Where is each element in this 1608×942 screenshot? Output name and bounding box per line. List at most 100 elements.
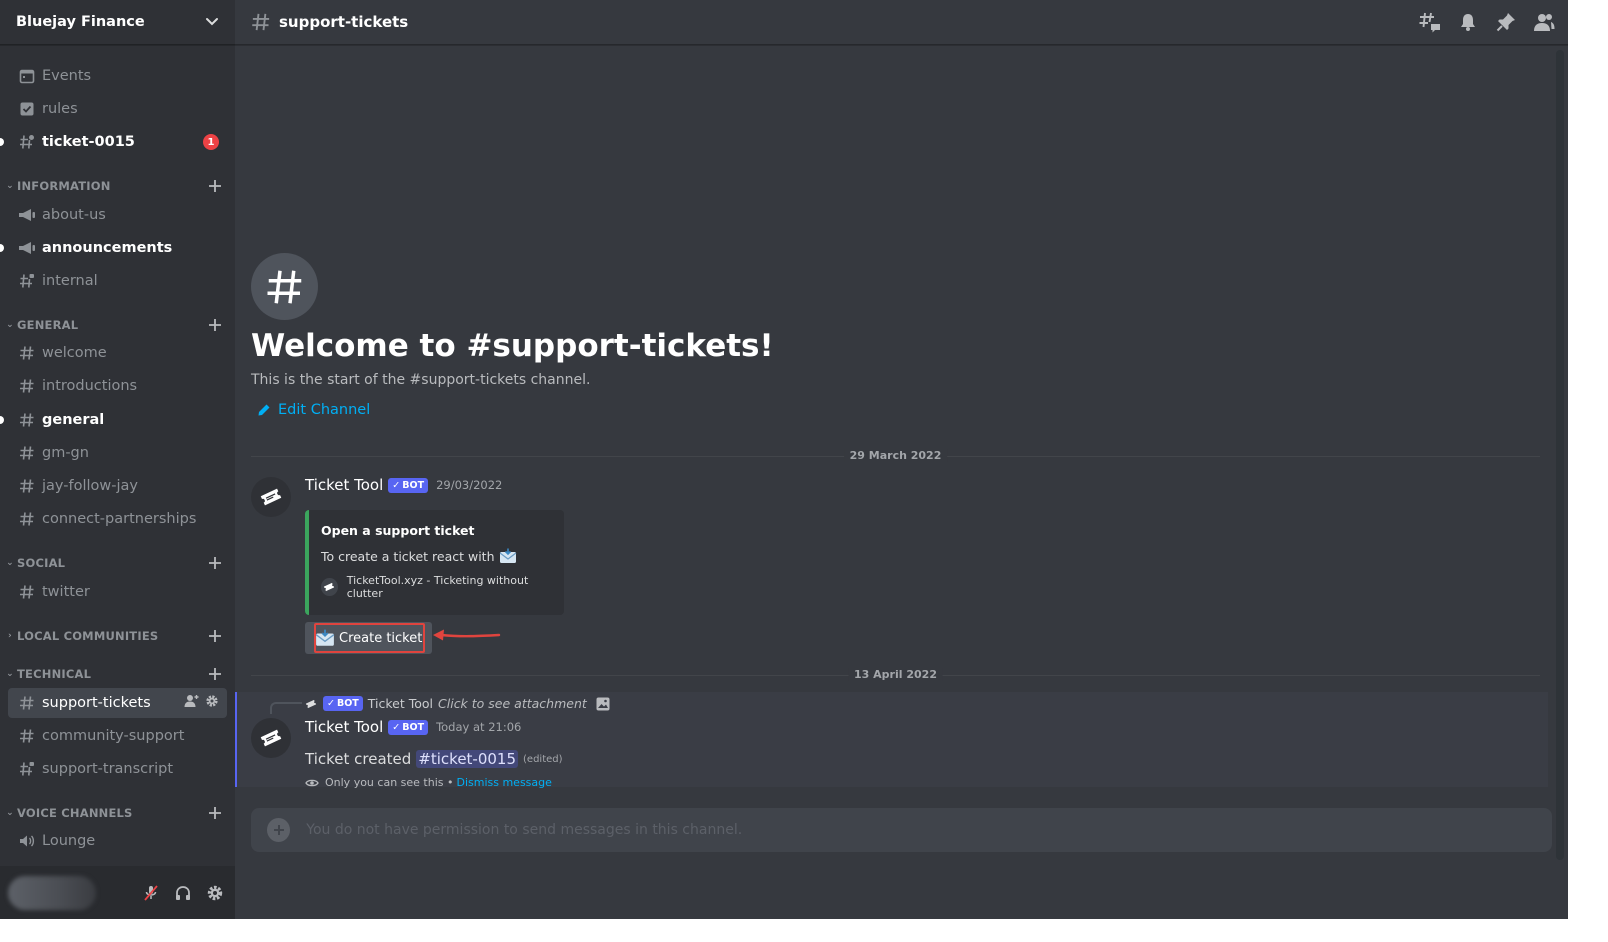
avatar[interactable] <box>251 477 291 517</box>
sidebar-item-support-transcript[interactable]: support-transcript <box>8 754 227 784</box>
pin-icon[interactable] <box>1494 10 1518 34</box>
date-divider-label: 29 March 2022 <box>843 449 948 462</box>
sidebar-item-label: general <box>42 412 105 428</box>
channel-mention[interactable]: #ticket-0015 <box>416 750 519 768</box>
sidebar-item-jay-follow-jay[interactable]: jay-follow-jay <box>8 471 227 501</box>
envelope-icon <box>315 629 335 647</box>
message-author[interactable]: Ticket Tool <box>305 476 383 494</box>
hash-icon <box>18 510 36 528</box>
member-list-icon[interactable] <box>1532 10 1556 34</box>
sidebar-item-label: connect-partnerships <box>42 511 197 527</box>
sidebar-item-announcements[interactable]: announcements <box>0 233 227 263</box>
sidebar-item-general[interactable]: general <box>0 405 227 435</box>
bot-tag: ✓ BOT <box>323 696 363 711</box>
embed-title: Open a support ticket <box>321 523 475 538</box>
sidebar-item-ticket-0015[interactable]: ticket-0015 1 <box>0 127 227 157</box>
category-technical[interactable]: ⌄ TECHNICAL <box>4 664 227 684</box>
add-channel-icon[interactable] <box>205 803 225 823</box>
chevron-right-icon: › <box>8 631 12 641</box>
sidebar-item-connect-partnerships[interactable]: connect-partnerships <box>8 504 227 534</box>
bot-tag: ✓ BOT <box>388 477 429 493</box>
private-hash-icon <box>18 760 36 778</box>
ephemeral-note: Only you can see this • Dismiss message <box>305 776 552 789</box>
sidebar-item-support-tickets[interactable]: support-tickets <box>8 688 227 718</box>
hash-icon <box>251 12 271 32</box>
bell-icon[interactable] <box>1456 10 1480 34</box>
edit-channel-label: Edit Channel <box>278 402 371 418</box>
hash-icon <box>18 444 36 462</box>
message-author[interactable]: Ticket Tool <box>305 718 383 736</box>
sidebar-item-label: gm-gn <box>42 445 89 461</box>
ephemeral-note-text: Only you can see this • <box>325 776 454 789</box>
channel-sidebar: Bluejay Finance Events rules ticket-0015… <box>0 0 235 919</box>
verified-check-icon: ✓ <box>327 698 335 709</box>
unread-indicator <box>0 244 4 252</box>
message-header: Ticket Tool ✓ BOT 29/03/2022 <box>305 476 502 494</box>
gear-icon[interactable] <box>205 694 219 712</box>
add-channel-icon[interactable] <box>205 553 225 573</box>
image-icon <box>596 697 610 711</box>
reply-author: Ticket Tool <box>367 696 434 711</box>
server-header[interactable]: Bluejay Finance <box>0 0 235 45</box>
add-channel-icon[interactable] <box>205 315 225 335</box>
private-hash-icon <box>18 272 36 290</box>
sidebar-item-label: introductions <box>42 378 138 394</box>
reply-reference[interactable]: ✓ BOT Ticket Tool Click to see attachment <box>305 696 610 711</box>
sidebar-item-twitter[interactable]: twitter <box>8 577 227 607</box>
message-header: Ticket Tool ✓ BOT Today at 21:06 <box>305 718 521 736</box>
add-channel-icon[interactable] <box>205 664 225 684</box>
category-general[interactable]: ⌄ GENERAL <box>4 315 227 335</box>
hash-icon <box>18 477 36 495</box>
sidebar-item-gm-gn[interactable]: gm-gn <box>8 438 227 468</box>
envelope-icon <box>499 548 517 564</box>
sidebar-item-events[interactable]: Events <box>8 61 227 91</box>
sidebar-item-rules[interactable]: rules <box>8 94 227 124</box>
plus-icon[interactable] <box>267 818 291 842</box>
verified-check-icon: ✓ <box>392 721 401 733</box>
create-ticket-button[interactable]: Create ticket <box>305 622 433 654</box>
hash-icon <box>18 727 36 745</box>
chevron-down-icon[interactable] <box>205 13 219 32</box>
hash-icon <box>18 377 36 395</box>
channel-mention-label: ticket-0015 <box>430 750 517 768</box>
sidebar-item-community-support[interactable]: community-support <box>8 721 227 751</box>
sidebar-item-welcome[interactable]: welcome <box>8 338 227 368</box>
gear-icon[interactable] <box>203 881 227 905</box>
sidebar-item-lounge[interactable]: Lounge <box>8 826 227 856</box>
sidebar-item-label: about-us <box>42 207 106 223</box>
category-voice-channels[interactable]: ⌄ VOICE CHANNELS <box>4 803 227 823</box>
discord-window: Bluejay Finance Events rules ticket-0015… <box>0 0 1568 919</box>
category-social[interactable]: ⌄ SOCIAL <box>4 553 227 573</box>
sidebar-item-about-us[interactable]: about-us <box>8 200 227 230</box>
category-information[interactable]: ⌄ INFORMATION <box>4 176 227 196</box>
sidebar-item-internal[interactable]: internal <box>8 266 227 296</box>
sidebar-item-introductions[interactable]: introductions <box>8 371 227 401</box>
speaker-icon <box>18 832 36 850</box>
calendar-icon <box>18 67 36 85</box>
hash-icon <box>18 344 36 362</box>
avatar[interactable] <box>8 875 96 910</box>
scrollbar[interactable] <box>1556 50 1564 860</box>
hash-icon <box>18 694 36 712</box>
thread-hash-icon <box>18 133 36 151</box>
edit-channel-button[interactable]: Edit Channel <box>251 402 774 418</box>
sidebar-item-label: community-support <box>42 728 185 744</box>
message-input[interactable] <box>306 822 1536 838</box>
add-channel-icon[interactable] <box>205 176 225 196</box>
date-divider: 29 March 2022 <box>251 449 1540 462</box>
dismiss-message-link[interactable]: Dismiss message <box>456 776 551 789</box>
hash-icon <box>18 583 36 601</box>
verified-check-icon: ✓ <box>392 479 401 491</box>
chat-area: support-tickets Welcome to #support-tick… <box>235 0 1568 919</box>
avatar[interactable] <box>251 718 291 758</box>
add-channel-icon[interactable] <box>205 626 225 646</box>
threads-icon[interactable] <box>1418 10 1442 34</box>
mute-icon[interactable] <box>139 881 163 905</box>
headphones-icon[interactable] <box>171 881 195 905</box>
sidebar-item-label: welcome <box>42 345 107 361</box>
category-local-communities[interactable]: › LOCAL COMMUNITIES <box>4 626 227 646</box>
checkbox-icon <box>18 100 36 118</box>
invite-icon[interactable] <box>184 694 199 712</box>
category-label: INFORMATION <box>17 179 111 193</box>
embed-description: To create a ticket react with <box>321 548 552 564</box>
